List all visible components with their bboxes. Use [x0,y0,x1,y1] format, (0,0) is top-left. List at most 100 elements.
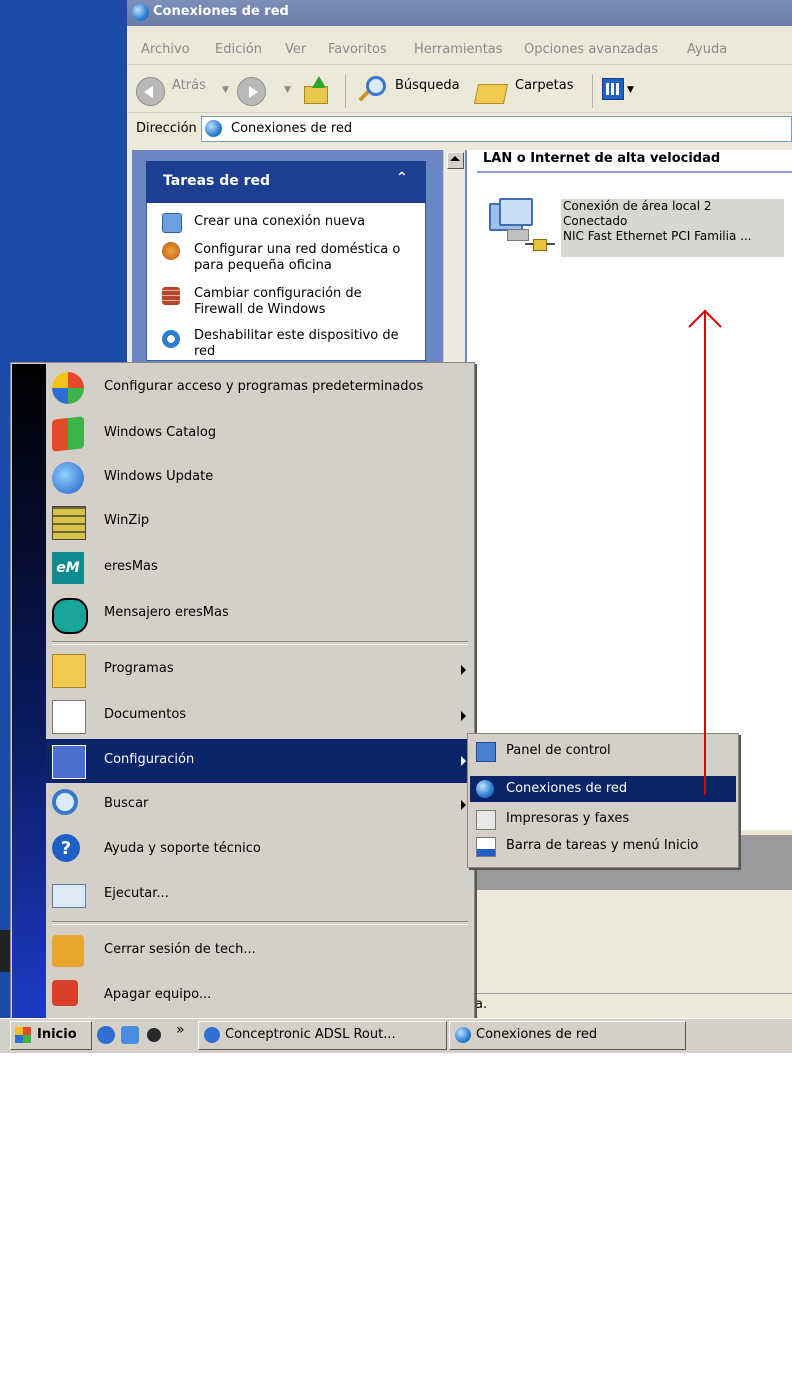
help-icon: ? [52,834,80,862]
new-connection-icon [162,213,182,233]
submenu-printers-faxes[interactable]: Impresoras y faxes [470,806,736,832]
menu-favoritos[interactable]: Favoritos [328,42,387,57]
taskbar-button-network[interactable]: Conexiones de red [449,1021,686,1050]
taskbar-button-conceptronic[interactable]: Conceptronic ADSL Rout... [198,1021,447,1050]
start-label: Inicio [37,1027,77,1042]
submenu-arrow-icon [461,800,466,810]
menu-item-label: Configurar acceso y programas predetermi… [104,379,424,394]
menu-item-mensajero[interactable]: Mensajero eresMas [46,592,474,636]
back-dropdown-icon[interactable]: ▼ [222,85,229,95]
submenu-label: Impresoras y faxes [506,811,630,826]
menu-item-run[interactable]: Ejecutar... [46,873,474,917]
group-header: LAN o Internet de alta velocidad [483,151,721,166]
media-player-icon[interactable] [145,1026,163,1044]
menu-item-label: Cerrar sesión de tech... [104,942,256,957]
up-folder-icon[interactable] [302,76,330,104]
home-network-icon [162,242,180,260]
menu-item-help[interactable]: ? Ayuda y soporte técnico [46,828,474,872]
menu-item-programs[interactable]: Programas [46,648,474,692]
menu-item-windows-update[interactable]: Windows Update [46,456,474,500]
submenu-network-connections[interactable]: Conexiones de red [470,776,736,802]
logoff-key-icon [52,935,84,967]
menu-item-set-access[interactable]: Configurar acceso y programas predetermi… [46,366,474,410]
task-home-network[interactable]: Configurar una red doméstica o para pequ… [194,242,414,274]
menu-separator [52,641,468,645]
menu-archivo[interactable]: Archivo [141,42,190,57]
outlook-icon[interactable] [121,1026,139,1044]
internet-explorer-icon[interactable] [97,1026,115,1044]
windows-xp-brand: Windows XP Professional [41,1163,61,1374]
tasks-scrollbar[interactable] [443,150,465,380]
task-disable-device[interactable]: Deshabilitar este dispositivo de red [194,328,414,360]
annotation-arrow-shaft [704,310,706,795]
menu-item-label: Buscar [104,796,149,811]
submenu-arrow-icon [461,756,466,766]
menu-item-shutdown[interactable]: Apagar equipo... [46,974,474,1018]
network-icon [205,120,222,137]
address-label: Dirección [136,121,197,136]
start-menu-banner: Windows XP Professional [12,364,61,1374]
menu-item-logoff[interactable]: Cerrar sesión de tech... [46,929,474,973]
documents-icon [52,700,86,734]
windows-update-icon [52,462,84,494]
desktop-edge [0,930,10,972]
folders-icon[interactable] [473,78,509,104]
submenu-label: Panel de control [506,743,611,758]
submenu-taskbar-start[interactable]: Barra de tareas y menú Inicio [470,833,736,859]
submenu-control-panel[interactable]: Panel de control [470,738,736,764]
window-title: Conexiones de red [153,4,289,19]
task-create-connection[interactable]: Crear una conexión nueva [194,214,365,230]
power-icon [52,980,78,1006]
programs-icon [52,654,86,688]
control-panel-icon [476,742,496,762]
lan-connection-icon[interactable] [487,195,559,257]
menu-herramientas[interactable]: Herramientas [414,42,503,57]
search-icon[interactable] [356,76,390,106]
folders-button[interactable]: Carpetas [515,78,573,93]
menu-item-windows-catalog[interactable]: Windows Catalog [46,412,474,456]
panel-title: Tareas de red [163,173,271,189]
menu-opciones-avanzadas[interactable]: Opciones avanzadas [524,42,658,57]
address-field[interactable]: Conexiones de red [201,116,792,142]
menu-item-search[interactable]: Buscar [46,783,474,827]
scroll-up-arrow-icon[interactable] [450,156,460,161]
toolbar-separator [345,74,346,108]
task-firewall[interactable]: Cambiar configuración de Firewall de Win… [194,286,414,318]
divider [127,112,792,113]
menu-item-settings[interactable]: Configuración [46,739,474,783]
connection-device: NIC Fast Ethernet PCI Familia ... [563,229,752,243]
start-button[interactable]: Inicio [10,1021,92,1050]
back-arrow-icon[interactable] [136,77,165,106]
menu-item-label: Programas [104,661,174,676]
disable-device-icon [162,330,180,348]
submenu-label: Barra de tareas y menú Inicio [506,838,699,853]
menu-item-eresmas[interactable]: eM eresMas [46,546,474,590]
menu-ver[interactable]: Ver [285,42,306,57]
network-tasks-header[interactable]: Tareas de red ⌃ [146,161,426,203]
menu-ayuda[interactable]: Ayuda [687,42,727,57]
windows-catalog-icon [52,416,84,452]
views-dropdown-icon[interactable]: ▼ [627,85,634,95]
network-connections-icon [476,780,494,798]
menu-item-label: Apagar equipo... [104,987,212,1002]
divider [127,64,792,65]
back-button[interactable]: Atrás [172,78,206,93]
search-button[interactable]: Búsqueda [395,78,460,93]
forward-dropdown-icon[interactable]: ▼ [284,85,291,95]
connection-details[interactable]: Conexión de área local 2 Conectado NIC F… [561,199,784,257]
views-icon[interactable] [602,78,624,100]
taskbar-button-label: Conceptronic ADSL Rout... [225,1027,396,1042]
menu-edicion[interactable]: Edición [215,42,262,57]
window-titlebar[interactable]: Conexiones de red [127,0,792,26]
menu-item-label: Documentos [104,707,187,722]
connection-status: Conectado [563,214,628,228]
taskbar-button-label: Conexiones de red [476,1027,598,1042]
overflow-chevron-icon[interactable]: » [176,1022,185,1038]
menu-item-label: eresMas [104,559,158,574]
forward-arrow-icon[interactable] [237,77,266,106]
menu-item-winzip[interactable]: WinZip [46,500,474,544]
collapse-chevron-icon[interactable]: ⌃ [396,170,408,186]
menu-item-documents[interactable]: Documentos [46,694,474,738]
menu-item-label: Windows Catalog [104,425,217,440]
group-divider [477,171,792,173]
